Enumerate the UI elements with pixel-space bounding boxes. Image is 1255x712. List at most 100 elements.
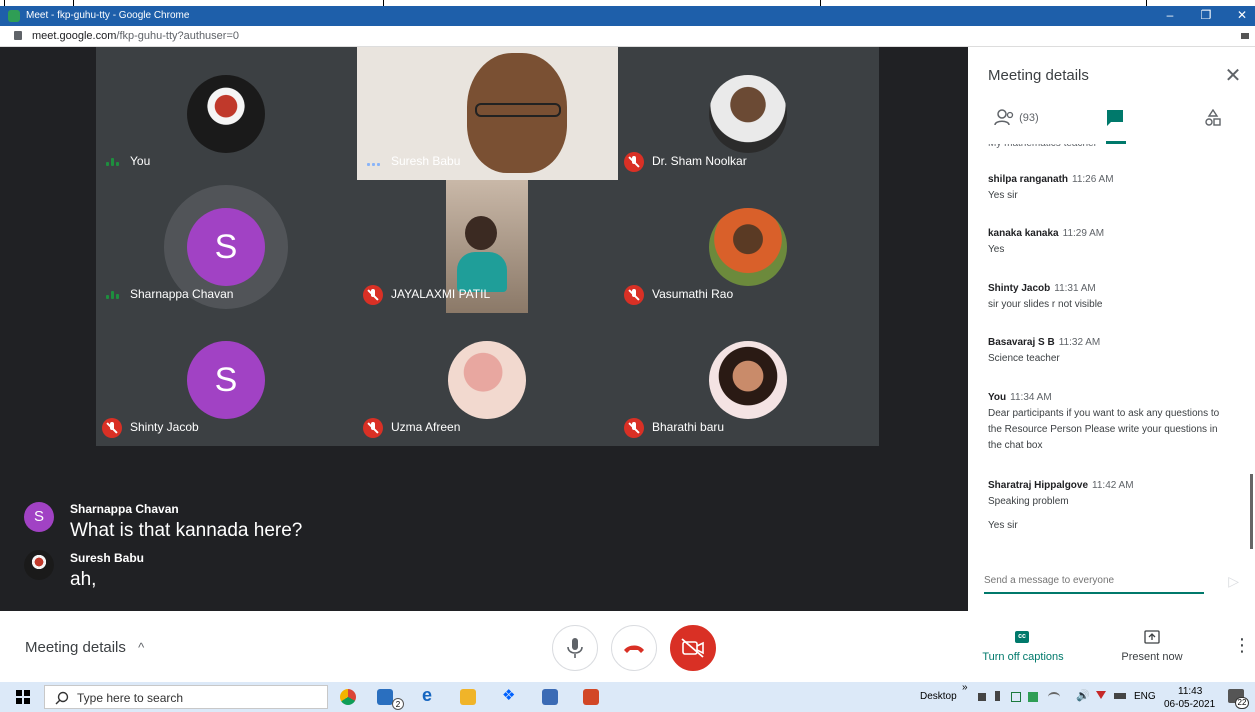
video-person-body xyxy=(457,252,507,292)
caption-speaker-name: Sharnappa Chavan xyxy=(70,502,179,516)
mic-off-icon xyxy=(624,418,644,438)
edge-icon[interactable]: e xyxy=(422,685,438,705)
extension-icon[interactable] xyxy=(1241,33,1249,39)
battery-icon[interactable] xyxy=(1114,693,1126,699)
chrome-icon[interactable] xyxy=(340,689,356,705)
security-icon[interactable] xyxy=(1011,692,1021,702)
participant-video-tile[interactable]: Suresh Babu xyxy=(357,47,618,180)
powerpoint-icon[interactable] xyxy=(583,689,599,705)
toolbar-expand-chevron-icon[interactable]: » xyxy=(962,682,968,693)
avatar-letter: S xyxy=(187,208,265,286)
glasses-shape xyxy=(475,103,561,117)
taskbar-search-box[interactable]: Type here to search xyxy=(44,685,328,709)
windows-taskbar: Type here to search 2 e ❖ Desktop » 🔊 EN… xyxy=(0,682,1255,712)
microphone-button[interactable] xyxy=(552,625,598,671)
volume-icon[interactable]: 🔊 xyxy=(1076,689,1090,702)
clock-time[interactable]: 11:43 xyxy=(1178,686,1202,697)
participant-name: Suresh Babu xyxy=(391,154,461,168)
search-icon xyxy=(55,691,69,705)
participant-tile[interactable]: Bharathi baru xyxy=(618,313,879,446)
participant-video-tile[interactable]: JAYALAXMI PATIL xyxy=(357,180,618,313)
tray-green-icon[interactable] xyxy=(1028,692,1038,702)
tray-app-icon[interactable] xyxy=(978,693,986,701)
dropbox-icon[interactable]: ❖ xyxy=(502,686,518,704)
window-title: Meet - fkp-guhu-tty - Google Chrome xyxy=(26,10,190,21)
participant-tile[interactable]: Vasumathi Rao xyxy=(618,180,879,313)
chat-sender: shilpa ranganath xyxy=(988,174,1069,185)
address-bar[interactable]: meet.google.com/fkp-guhu-tty?authuser=0 xyxy=(0,26,1255,47)
more-options-icon[interactable]: ⋮ xyxy=(1233,635,1251,656)
turn-off-captions-button[interactable]: Turn off captions xyxy=(975,651,1071,663)
mic-off-icon xyxy=(363,285,383,305)
participant-tile[interactable]: Dr. Sham Noolkar xyxy=(618,47,879,180)
tab-chat[interactable] xyxy=(1106,109,1124,139)
chat-message-continued: Yes sir xyxy=(988,520,1018,531)
close-panel-button[interactable]: ✕ xyxy=(1221,63,1245,88)
chat-message: kanaka kanaka 11:29 AM Yes xyxy=(988,226,1238,258)
chat-sender: You xyxy=(988,392,1007,403)
chat-time: 11:26 AM xyxy=(1072,174,1114,185)
tab-people[interactable]: (93) xyxy=(994,109,1039,139)
app-badge-count: 2 xyxy=(392,698,404,710)
system-tray-icons[interactable] xyxy=(978,691,1066,703)
people-count: (93) xyxy=(1019,111,1039,124)
url-host: meet.google.com xyxy=(32,30,117,42)
input-language[interactable]: ENG xyxy=(1134,691,1156,702)
chevron-up-icon: ^ xyxy=(138,640,145,655)
send-message-button[interactable]: ▷ xyxy=(1228,573,1239,590)
present-now-button[interactable]: Present now xyxy=(1108,651,1196,663)
url-text[interactable]: meet.google.com/fkp-guhu-tty?authuser=0 xyxy=(32,30,239,42)
chat-message: Basavaraj S B 11:32 AM Science teacher xyxy=(988,335,1238,367)
chat-scrollbar[interactable] xyxy=(1250,474,1253,549)
url-path: /fkp-guhu-tty?authuser=0 xyxy=(116,30,239,42)
windows-start-icon[interactable] xyxy=(16,690,30,704)
caption-avatar-letter: S xyxy=(24,502,54,532)
taskbar-search-placeholder: Type here to search xyxy=(77,691,184,705)
participant-name: Bharathi baru xyxy=(652,420,725,434)
meeting-details-button[interactable]: Meeting details ^ xyxy=(25,639,144,656)
speaking-indicator-icon xyxy=(106,291,120,299)
participant-tile[interactable]: Uzma Afreen xyxy=(357,313,618,446)
tray-red-triangle-icon[interactable] xyxy=(1096,691,1106,699)
wifi-icon[interactable] xyxy=(1048,692,1060,702)
lock-icon xyxy=(14,31,22,40)
participant-tile[interactable]: S Sharnappa Chavan xyxy=(96,180,357,313)
chat-body: Science teacher xyxy=(988,353,1060,364)
close-window-button[interactable]: ✕ xyxy=(1228,8,1255,22)
activities-icon xyxy=(1205,108,1221,126)
leave-call-button[interactable] xyxy=(611,625,657,671)
restore-button[interactable]: ❐ xyxy=(1192,8,1220,22)
clock-date[interactable]: 06-05-2021 xyxy=(1164,699,1215,710)
mic-off-icon xyxy=(363,418,383,438)
chat-message: Shinty Jacob 11:31 AM sir your slides r n… xyxy=(988,281,1238,313)
caption-text: ah, xyxy=(70,569,97,590)
participant-tile[interactable]: You xyxy=(96,47,357,180)
mic-off-icon xyxy=(624,152,644,172)
panel-title: Meeting details xyxy=(988,67,1089,84)
desktop-toolbar-label[interactable]: Desktop xyxy=(920,691,957,702)
document-app-icon[interactable] xyxy=(542,689,558,705)
tab-activities[interactable] xyxy=(1204,108,1222,139)
video-person-head xyxy=(465,216,497,250)
usb-icon[interactable] xyxy=(995,691,1000,701)
profile-photo-icon xyxy=(709,75,787,153)
participant-name: Shinty Jacob xyxy=(130,420,199,434)
participant-name: Uzma Afreen xyxy=(391,420,461,434)
caption-speaker-name: Suresh Babu xyxy=(70,551,145,565)
chat-icon xyxy=(1107,110,1123,126)
file-explorer-icon[interactable] xyxy=(460,689,476,705)
minimize-button[interactable]: – xyxy=(1156,8,1184,22)
people-app-icon[interactable] xyxy=(377,689,393,705)
browser-titlebar: Meet - fkp-guhu-tty - Google Chrome – ❐ … xyxy=(0,6,1255,26)
avatar-letter: S xyxy=(187,341,265,419)
microphone-icon xyxy=(567,638,583,658)
participant-tile[interactable]: S Shinty Jacob xyxy=(96,313,357,446)
present-screen-icon xyxy=(1144,630,1160,644)
chat-message-list[interactable]: My mathematics teacher shilpa ranganath1… xyxy=(968,144,1255,550)
captions-icon: cc xyxy=(1015,631,1029,643)
chat-sender: Sharatraj Hippalgove xyxy=(988,480,1089,491)
participant-name: Vasumathi Rao xyxy=(652,287,734,301)
chat-message-input[interactable] xyxy=(984,575,1204,586)
camera-off-button[interactable] xyxy=(670,625,716,671)
hang-up-icon xyxy=(624,645,644,653)
